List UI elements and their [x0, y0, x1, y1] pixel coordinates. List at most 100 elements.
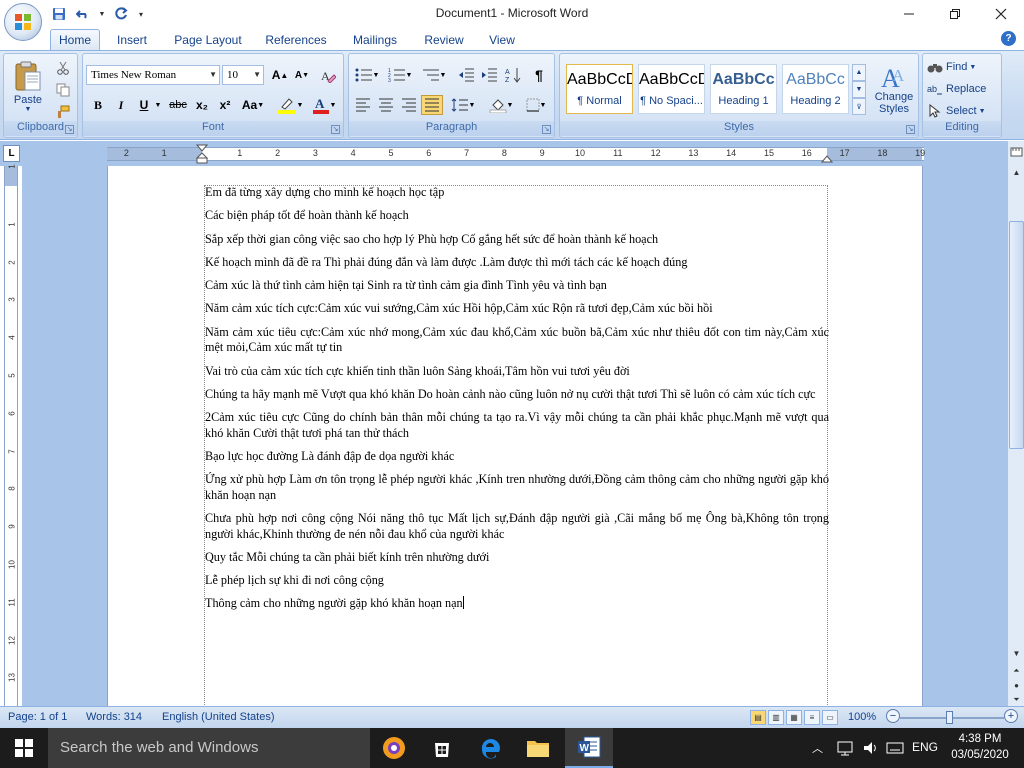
- tab-home[interactable]: Home: [50, 29, 100, 50]
- underline-button[interactable]: U: [133, 95, 155, 115]
- document-page[interactable]: Em đã từng xây dựng cho mình kế hoạch họ…: [107, 166, 923, 706]
- taskbar-app-word[interactable]: W: [565, 728, 613, 768]
- web-layout-icon[interactable]: ▦: [786, 710, 802, 725]
- page-count[interactable]: Page: 1 of 1: [8, 711, 67, 723]
- view-ruler-icon[interactable]: [1009, 145, 1024, 160]
- styles-more-icon[interactable]: ⊽: [852, 98, 866, 115]
- vertical-scrollbar[interactable]: ▲ ▼ ⏶ ● ⏷: [1007, 141, 1024, 706]
- highlight-color-button[interactable]: ▼: [275, 95, 305, 115]
- word-count[interactable]: Words: 314: [86, 711, 142, 723]
- office-button[interactable]: [4, 3, 42, 41]
- style-normal[interactable]: AaBbCcDc ¶ Normal: [566, 64, 633, 114]
- vertical-ruler[interactable]: 1 1 2 3 4 5 6 7 8 9 10 11 12 13: [4, 164, 18, 706]
- numbering-button[interactable]: 1 2 3 ▼: [385, 65, 415, 85]
- scroll-up-icon[interactable]: ▲: [1009, 165, 1024, 180]
- align-left-icon[interactable]: [352, 95, 374, 115]
- font-name-combo[interactable]: Times New Roman ▼: [86, 65, 220, 85]
- font-size-combo[interactable]: 10 ▼: [222, 65, 264, 85]
- scroll-down-icon[interactable]: ▼: [1009, 646, 1024, 661]
- zoom-out-button[interactable]: −: [886, 709, 900, 723]
- taskbar-app-edge[interactable]: [466, 728, 514, 768]
- line-spacing-button[interactable]: ▼: [448, 95, 478, 115]
- paste-button[interactable]: Paste ▼: [8, 56, 48, 116]
- scrollbar-thumb[interactable]: [1009, 221, 1024, 449]
- keyboard-icon[interactable]: [886, 740, 904, 756]
- indent-marker-icon[interactable]: [196, 144, 208, 166]
- grow-font-button[interactable]: A ▲: [269, 65, 291, 85]
- sort-icon[interactable]: AZ: [502, 65, 524, 85]
- shading-button[interactable]: ▼: [486, 95, 516, 115]
- close-button[interactable]: [978, 0, 1024, 27]
- volume-icon[interactable]: [862, 740, 880, 756]
- bold-button[interactable]: B: [87, 95, 109, 115]
- tab-mailings[interactable]: Mailings: [346, 29, 404, 50]
- format-painter-icon[interactable]: [52, 102, 74, 122]
- language-indicator[interactable]: English (United States): [162, 711, 275, 723]
- style-no-spacing[interactable]: AaBbCcDc ¶ No Spaci...: [638, 64, 705, 114]
- restore-button[interactable]: [932, 0, 978, 27]
- taskbar-search-box[interactable]: Search the web and Windows: [48, 728, 370, 768]
- input-language[interactable]: ENG: [912, 740, 938, 754]
- justify-icon[interactable]: [421, 95, 443, 115]
- replace-button[interactable]: ab Replace: [927, 80, 986, 98]
- style-heading-2[interactable]: AaBbCc Heading 2: [782, 64, 849, 114]
- tab-review[interactable]: Review: [420, 29, 468, 50]
- change-styles-button[interactable]: AA Change Styles: [870, 58, 918, 120]
- copy-icon[interactable]: [52, 80, 74, 100]
- zoom-level[interactable]: 100%: [848, 711, 876, 723]
- style-heading-1[interactable]: AaBbCc Heading 1: [710, 64, 777, 114]
- zoom-slider-thumb[interactable]: [946, 711, 953, 724]
- paragraph-launcher-icon[interactable]: ↘: [542, 125, 551, 134]
- styles-scroll-up-icon[interactable]: ▲: [852, 64, 866, 81]
- superscript-button[interactable]: x²: [214, 95, 236, 115]
- align-right-icon[interactable]: [398, 95, 420, 115]
- previous-page-icon[interactable]: ⏶: [1009, 663, 1024, 678]
- horizontal-ruler[interactable]: 2 1 1 2 3 4 5 6 7 8 9 10 11 12 13 14 15 16 17 18 19: [107, 144, 925, 164]
- document-body[interactable]: Em đã từng xây dựng cho mình kế hoạch họ…: [205, 185, 829, 620]
- chevron-up-icon[interactable]: ︿: [812, 740, 823, 756]
- next-page-icon[interactable]: ⏷: [1009, 692, 1024, 707]
- italic-button[interactable]: I: [110, 95, 132, 115]
- bullets-button[interactable]: ▼: [352, 65, 382, 85]
- font-color-button[interactable]: A ▼: [309, 95, 339, 115]
- tab-insert[interactable]: Insert: [110, 29, 154, 50]
- zoom-in-button[interactable]: +: [1004, 709, 1018, 723]
- show-formatting-button[interactable]: ¶: [528, 65, 550, 85]
- font-launcher-icon[interactable]: ↘: [331, 125, 340, 134]
- strikethrough-button[interactable]: abc: [167, 95, 189, 115]
- taskbar-clock[interactable]: 4:38 PM 03/05/2020: [950, 731, 1010, 763]
- select-button[interactable]: Select ▼: [927, 102, 986, 120]
- right-indent-marker-icon[interactable]: [821, 152, 833, 164]
- print-layout-view-icon[interactable]: ▤: [750, 710, 766, 725]
- draft-view-icon[interactable]: ▭: [822, 710, 838, 725]
- styles-scroll-down-icon[interactable]: ▼: [852, 81, 866, 98]
- clipboard-launcher-icon[interactable]: ↘: [65, 125, 74, 134]
- taskbar-app-store[interactable]: [418, 728, 466, 768]
- taskbar-app-browser[interactable]: [370, 728, 418, 768]
- decrease-indent-icon[interactable]: [455, 65, 477, 85]
- minimize-button[interactable]: [886, 0, 932, 27]
- align-center-icon[interactable]: [375, 95, 397, 115]
- tab-references[interactable]: References: [262, 29, 330, 50]
- subscript-button[interactable]: x₂: [191, 95, 213, 115]
- borders-button[interactable]: ▼: [521, 95, 551, 115]
- taskbar-app-explorer[interactable]: [514, 728, 562, 768]
- shrink-font-button[interactable]: A ▼: [291, 65, 313, 85]
- increase-indent-icon[interactable]: [478, 65, 500, 85]
- styles-launcher-icon[interactable]: ↘: [906, 125, 915, 134]
- start-button[interactable]: [0, 728, 48, 768]
- tab-page-layout[interactable]: Page Layout: [170, 29, 246, 50]
- find-button[interactable]: Find ▼: [927, 58, 976, 76]
- help-icon[interactable]: ?: [1001, 31, 1016, 46]
- multilevel-list-button[interactable]: ▼: [419, 65, 449, 85]
- cut-icon[interactable]: [52, 58, 74, 78]
- change-case-button[interactable]: Aa ▼: [239, 95, 267, 115]
- clear-formatting-icon[interactable]: A: [317, 65, 339, 85]
- tab-selector-button[interactable]: L: [3, 145, 20, 162]
- underline-dropdown-icon[interactable]: ▼: [153, 95, 163, 115]
- select-browse-object-icon[interactable]: ●: [1009, 678, 1024, 693]
- tab-view[interactable]: View: [484, 29, 520, 50]
- full-screen-reading-icon[interactable]: ▥: [768, 710, 784, 725]
- network-icon[interactable]: [836, 740, 854, 756]
- outline-view-icon[interactable]: ≡: [804, 710, 820, 725]
